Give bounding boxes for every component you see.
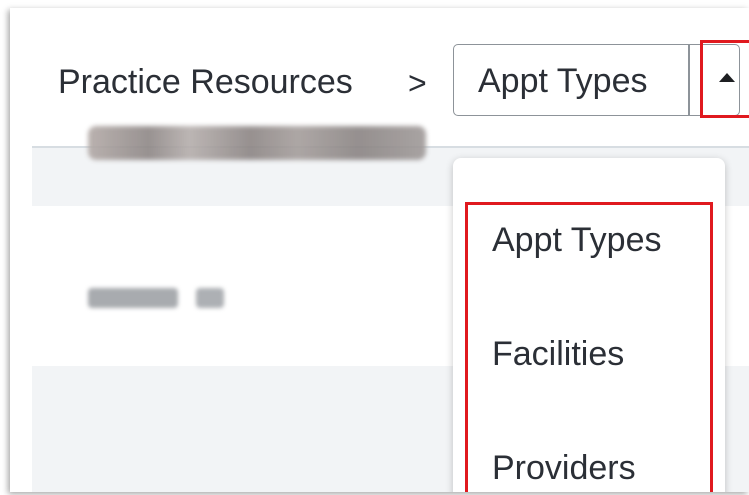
breadcrumb-separator: > bbox=[408, 65, 427, 101]
select-divider bbox=[688, 45, 690, 115]
resource-type-dropdown-menu bbox=[453, 158, 725, 492]
resource-type-select[interactable]: Appt Types bbox=[453, 44, 740, 116]
app-frame: Practice Resources > Appt Types Appt Typ… bbox=[10, 8, 749, 492]
redacted-text bbox=[88, 126, 426, 160]
select-current-value: Appt Types bbox=[478, 62, 648, 100]
dropdown-option-appt-types[interactable]: Appt Types bbox=[492, 221, 662, 260]
dropdown-toggle-button[interactable] bbox=[700, 40, 749, 118]
caret-up-icon bbox=[719, 73, 735, 82]
redacted-text bbox=[88, 288, 178, 308]
dropdown-option-facilities[interactable]: Facilities bbox=[492, 335, 624, 374]
dropdown-option-providers[interactable]: Providers bbox=[492, 449, 636, 488]
breadcrumb-practice-resources[interactable]: Practice Resources bbox=[58, 63, 353, 102]
redacted-text bbox=[196, 288, 224, 308]
